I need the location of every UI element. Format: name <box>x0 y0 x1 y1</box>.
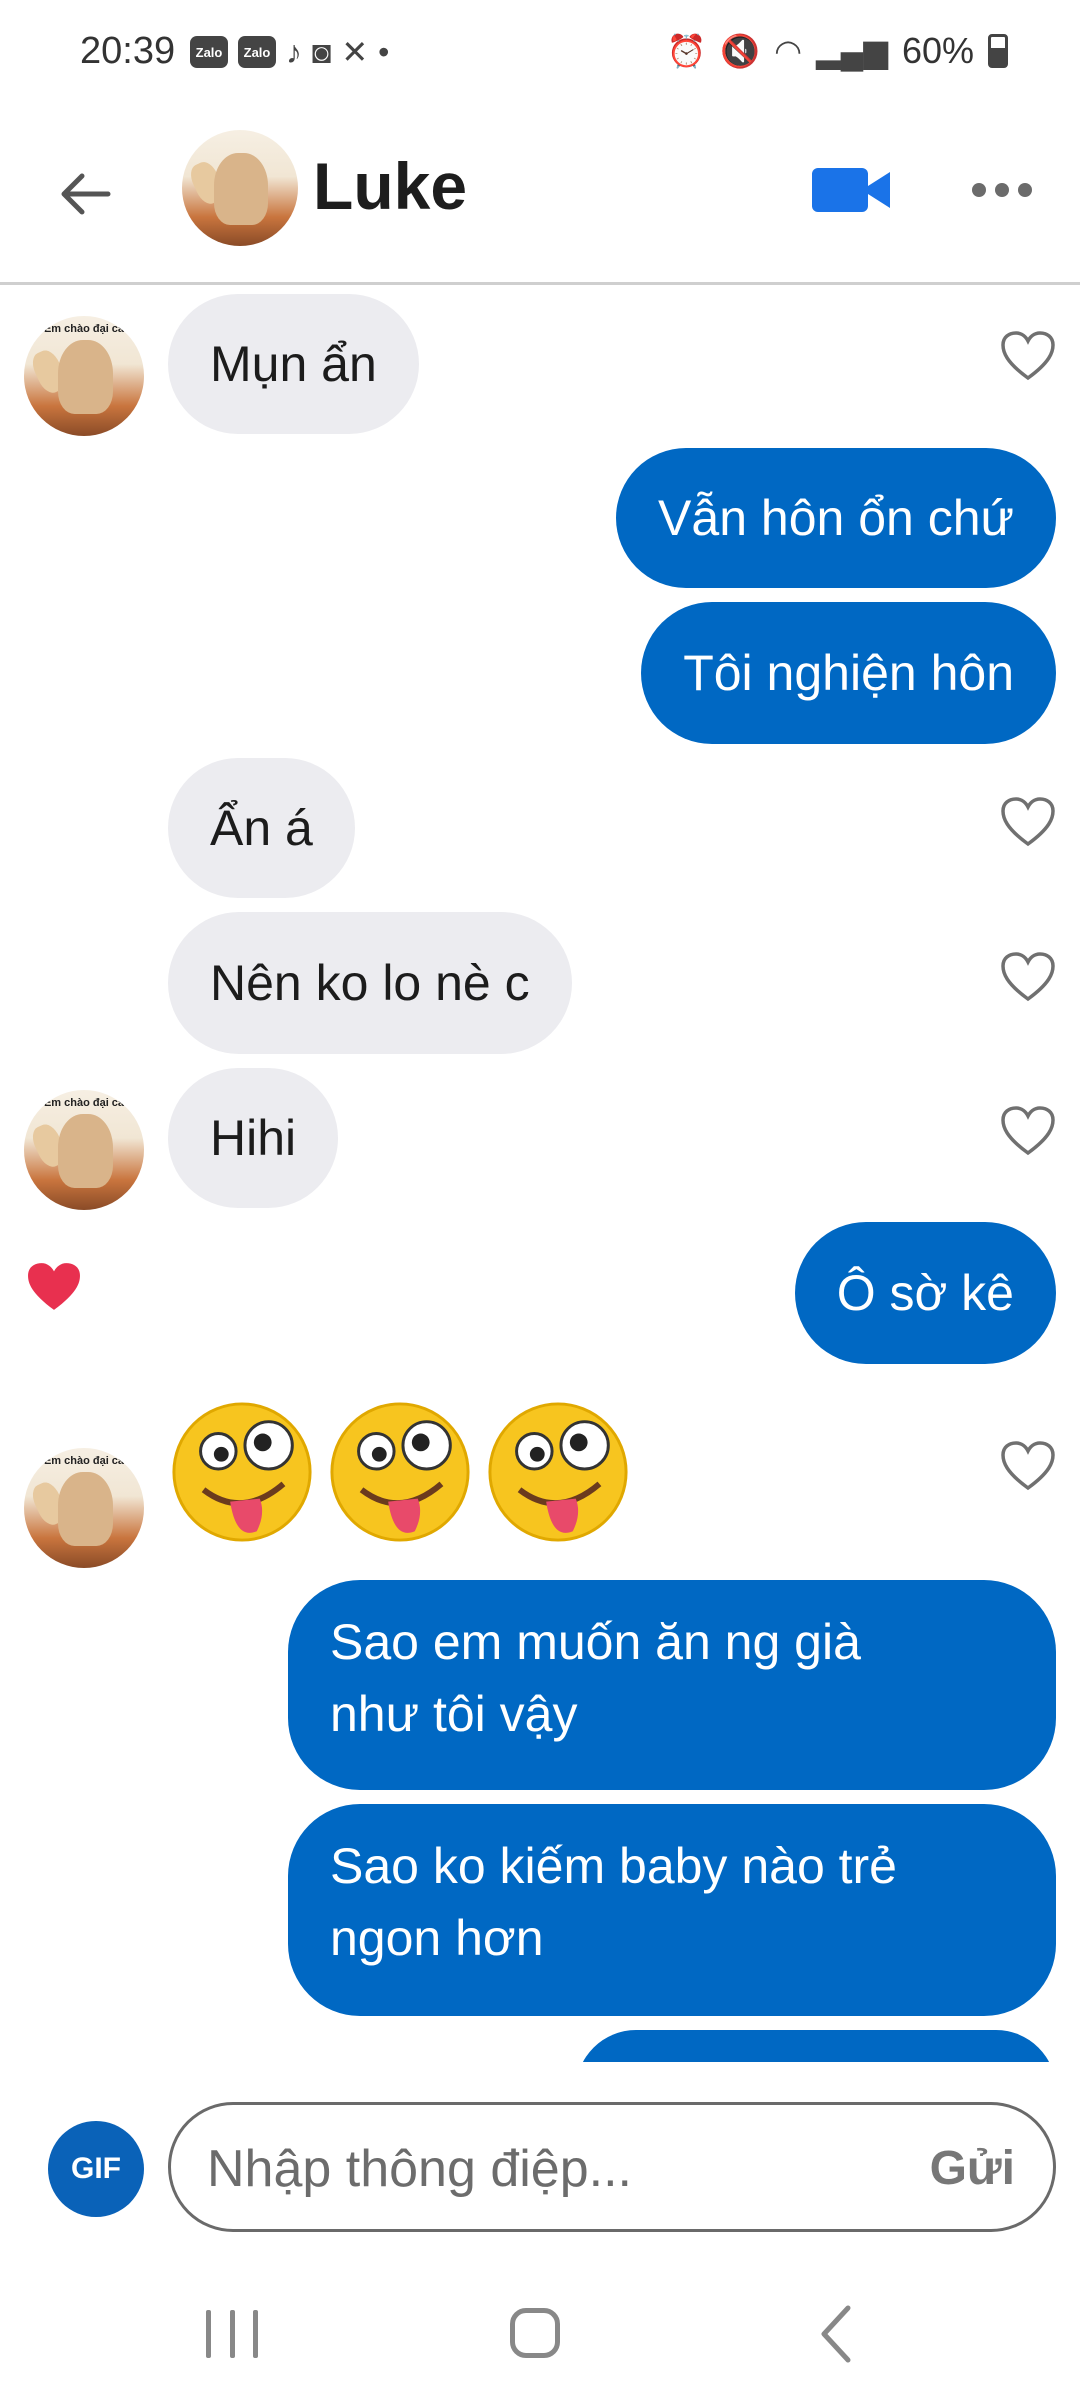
message-incoming[interactable]: Ẩn á <box>168 758 355 898</box>
notification-icons: Zalo Zalo ♪ ◙ ✕ • <box>190 36 389 68</box>
signal-icon: ▂▄▆ <box>816 33 888 69</box>
sender-avatar[interactable]: Em chào đại ca <box>24 316 144 436</box>
nav-back-icon[interactable] <box>816 2302 856 2366</box>
message-line: Sao ko kiếm baby nào trẻ <box>330 1838 897 1894</box>
tiktok-icon: ♪ <box>286 34 302 70</box>
send-button[interactable]: Gửi <box>930 2141 1015 2196</box>
contact-avatar[interactable] <box>182 130 298 246</box>
status-time: 20:39 <box>80 30 176 72</box>
message-outgoing[interactable]: Sao ko kiếm baby nào trẻ ngon hơn <box>288 1804 1056 2016</box>
camera-icon: ◙ <box>312 34 332 70</box>
message-line: Sao em muốn ăn ng già <box>330 1614 861 1670</box>
like-heart-icon[interactable] <box>1000 1440 1056 1492</box>
message-incoming[interactable]: Hihi <box>168 1068 339 1208</box>
battery-icon <box>988 34 1008 68</box>
zalo-icon: Zalo <box>238 36 276 68</box>
message-outgoing[interactable]: Vẫn hôn ổn chứ <box>616 448 1056 588</box>
zany-face-emoji-icon <box>488 1402 628 1542</box>
liked-heart-icon[interactable] <box>24 1260 84 1314</box>
chat-header: Luke <box>0 110 1080 285</box>
video-call-icon[interactable] <box>808 158 896 222</box>
zany-face-emoji-icon <box>330 1402 470 1542</box>
system-icons: ⏰ 🔇 ◠ ▂▄▆ 60% <box>666 30 1008 72</box>
system-nav-bar <box>0 2270 1080 2400</box>
like-heart-icon[interactable] <box>1000 951 1056 1003</box>
message-incoming[interactable]: Mụn ẩn <box>168 294 419 434</box>
battery-percent: 60% <box>901 30 974 71</box>
like-heart-icon[interactable] <box>1000 330 1056 382</box>
status-bar: 20:39 Zalo Zalo ♪ ◙ ✕ • ⏰ 🔇 ◠ ▂▄▆ 60% <box>0 0 1080 110</box>
message-outgoing[interactable]: Ô sờ kê <box>794 1222 1056 1364</box>
gif-button[interactable]: GIF <box>48 2121 144 2217</box>
more-options-icon[interactable] <box>962 162 1042 218</box>
home-icon[interactable] <box>510 2308 560 2358</box>
contact-name[interactable]: Luke <box>313 148 467 224</box>
emoji-message[interactable] <box>168 1398 632 1546</box>
capcut-icon: ✕ <box>341 34 369 70</box>
alarm-icon: ⏰ <box>666 33 707 69</box>
recent-apps-icon[interactable] <box>206 2310 258 2362</box>
message-input-placeholder: Nhập thông điệp... <box>207 2140 632 2198</box>
dot-icon: • <box>378 34 390 70</box>
zalo-icon: Zalo <box>190 36 228 68</box>
back-arrow-icon[interactable] <box>52 162 116 226</box>
message-outgoing-partial[interactable] <box>576 2030 1056 2062</box>
like-heart-icon[interactable] <box>1000 796 1056 848</box>
message-line: như tôi vậy <box>330 1686 578 1742</box>
mute-icon: 🔇 <box>720 33 761 69</box>
zany-face-emoji-icon <box>172 1402 312 1542</box>
message-outgoing[interactable]: Sao em muốn ăn ng già như tôi vậy <box>288 1580 1056 1790</box>
message-line: ngon hơn <box>330 1910 544 1966</box>
wifi-icon: ◠ <box>774 33 803 69</box>
sender-avatar[interactable]: Em chào đại ca <box>24 1090 144 1210</box>
message-input[interactable]: Nhập thông điệp... Gửi <box>168 2102 1056 2232</box>
sender-avatar[interactable]: Em chào đại ca <box>24 1448 144 1568</box>
message-outgoing[interactable]: Tôi nghiện hôn <box>641 602 1056 744</box>
message-incoming[interactable]: Nên ko lo nè c <box>168 912 572 1054</box>
message-list-clip <box>0 2030 1080 2062</box>
like-heart-icon[interactable] <box>1000 1105 1056 1157</box>
